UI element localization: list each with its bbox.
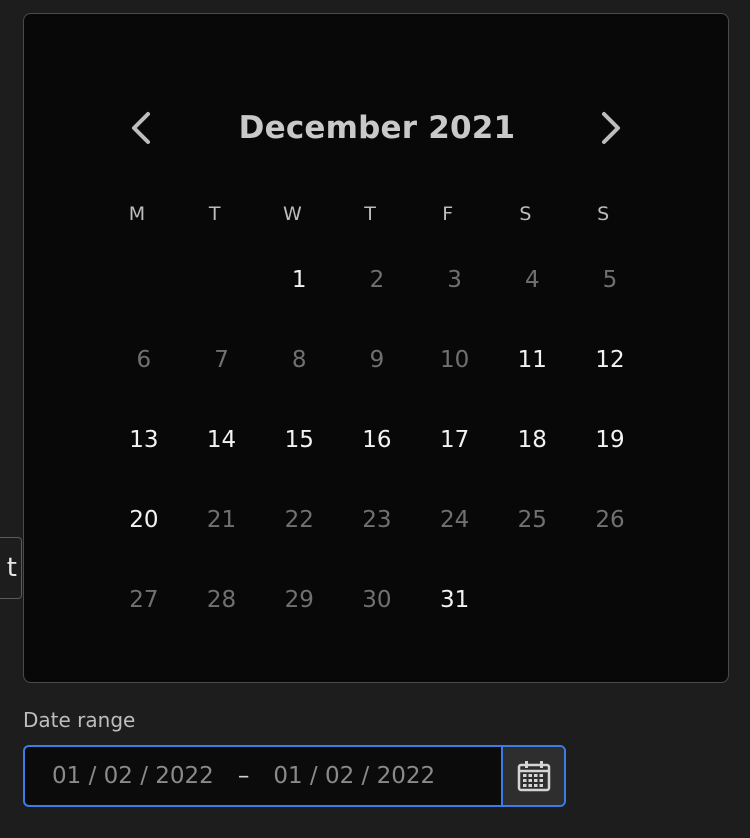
date-range-inputs[interactable]: 01 / 02 / 2022 – 01 / 02 / 2022 xyxy=(25,747,503,805)
empty-day-cell xyxy=(571,560,649,640)
day-cell[interactable]: 14 xyxy=(183,400,261,480)
partial-button-label: t xyxy=(6,553,17,583)
day-cell[interactable]: 23 xyxy=(338,480,416,560)
weekday-label: T xyxy=(208,203,221,225)
day-cell[interactable]: 21 xyxy=(183,480,261,560)
week-row: 13 14 15 16 17 18 19 xyxy=(105,400,649,480)
empty-day-cell xyxy=(183,240,261,320)
start-date-input[interactable]: 01 / 02 / 2022 xyxy=(52,763,214,789)
day-cell[interactable]: 19 xyxy=(571,400,649,480)
day-cell[interactable]: 15 xyxy=(260,400,338,480)
day-cell[interactable]: 10 xyxy=(416,320,494,400)
empty-day-cell xyxy=(105,240,183,320)
date-range-label: Date range xyxy=(23,708,136,732)
day-cell[interactable]: 9 xyxy=(338,320,416,400)
day-cell[interactable]: 1 xyxy=(260,240,338,320)
day-cell[interactable]: 20 xyxy=(105,480,183,560)
week-row: 6 7 8 9 10 11 12 xyxy=(105,320,649,400)
day-cell[interactable]: 2 xyxy=(338,240,416,320)
weekday-label: F xyxy=(442,203,454,225)
day-cell[interactable]: 27 xyxy=(105,560,183,640)
day-cell[interactable]: 4 xyxy=(493,240,571,320)
day-cell[interactable]: 3 xyxy=(416,240,494,320)
empty-day-cell xyxy=(493,560,571,640)
week-row: 12345 xyxy=(105,240,649,320)
end-date-input[interactable]: 01 / 02 / 2022 xyxy=(273,763,435,789)
weekday-header-row: M T W T F S S xyxy=(105,202,649,226)
calendar-popover: December 2021 M T W T F S S 1 2 3 4 5 6 7 8 9 10 1… xyxy=(23,13,729,683)
day-cell[interactable]: 25 xyxy=(493,480,571,560)
day-cell[interactable]: 8 xyxy=(260,320,338,400)
day-cell[interactable]: 24 xyxy=(416,480,494,560)
calendar-icon xyxy=(517,761,550,792)
chevron-left-icon xyxy=(132,112,150,144)
day-cell[interactable]: 13 xyxy=(105,400,183,480)
day-cell[interactable]: 12 xyxy=(571,320,649,400)
day-cell[interactable]: 6 xyxy=(105,320,183,400)
chevron-right-icon xyxy=(602,112,620,144)
day-cell[interactable]: 26 xyxy=(571,480,649,560)
calendar-toggle-button[interactable] xyxy=(503,747,564,805)
day-cell[interactable]: 29 xyxy=(260,560,338,640)
week-row: 20 21 22 23 24 25 26 xyxy=(105,480,649,560)
page: t December 2021 M T W T F S S 123 4 5 6 … xyxy=(0,0,750,838)
weekday-label: S xyxy=(597,203,610,225)
day-cell[interactable]: 17 xyxy=(416,400,494,480)
week-row: 27 28 29 30 31 xyxy=(105,560,649,640)
next-month-button[interactable] xyxy=(588,105,634,151)
weekday-label: T xyxy=(364,203,376,225)
date-range-field: 01 / 02 / 2022 – 01 / 02 / 2022 xyxy=(23,745,566,807)
day-cell[interactable]: 7 xyxy=(183,320,261,400)
weekday-label: S xyxy=(519,203,532,225)
day-cell[interactable]: 22 xyxy=(260,480,338,560)
day-cell[interactable]: 5 xyxy=(571,240,649,320)
previous-month-button[interactable] xyxy=(118,105,164,151)
day-cell[interactable]: 30 xyxy=(338,560,416,640)
calendar-header: December 2021 xyxy=(24,101,730,155)
partial-button[interactable]: t xyxy=(0,537,22,599)
day-cell[interactable]: 16 xyxy=(338,400,416,480)
day-cell[interactable]: 28 xyxy=(183,560,261,640)
day-cell[interactable]: 11 xyxy=(493,320,571,400)
day-cell[interactable]: 31 xyxy=(416,560,494,640)
date-separator: – xyxy=(237,763,250,789)
weekday-label: M xyxy=(128,203,146,225)
weekday-label: W xyxy=(282,203,302,225)
day-cell[interactable]: 18 xyxy=(493,400,571,480)
